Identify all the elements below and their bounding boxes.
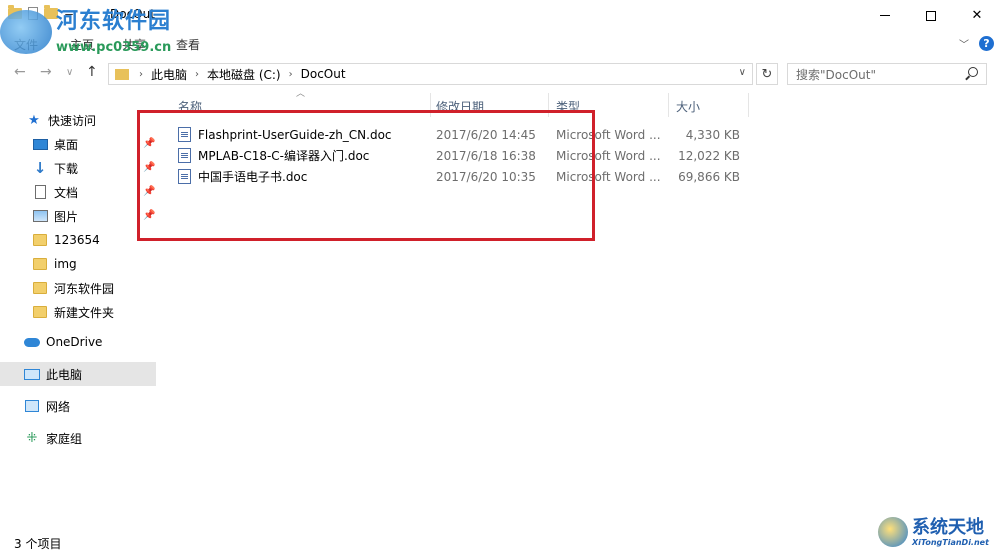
nav-label: 网络 — [46, 399, 71, 414]
close-button[interactable]: ✕ — [954, 0, 1000, 31]
expand-ribbon-icon[interactable]: ﹀ — [959, 36, 969, 51]
chevron-right-icon[interactable]: › — [139, 69, 143, 80]
pictures-icon — [32, 210, 48, 222]
refresh-icon: ↻ — [761, 66, 773, 82]
refresh-button[interactable]: ↻ — [756, 63, 778, 85]
chevron-right-icon[interactable]: › — [195, 69, 199, 80]
help-icon[interactable]: ? — [979, 36, 994, 51]
folder-icon-wrap — [32, 233, 48, 247]
navigation-pane: ★ 快速访问 桌面 📌 ↓ 下载 📌 文档 📌 图片 📌 123654 img … — [0, 100, 160, 530]
file-size: 12,022 KB — [678, 148, 740, 163]
nav-item-img[interactable]: img — [0, 252, 156, 276]
watermark-logo-icon — [0, 10, 52, 54]
computer-icon — [24, 368, 40, 380]
breadcrumb-this-pc[interactable]: 此电脑 — [151, 66, 187, 83]
file-size: 69,866 KB — [678, 169, 740, 184]
back-icon[interactable]: ← — [14, 64, 26, 80]
minimize-button[interactable] — [862, 0, 908, 31]
network-icon-wrap — [24, 399, 40, 413]
documents-icon-wrap — [32, 185, 48, 199]
tab-view[interactable]: 查看 — [176, 36, 200, 53]
nav-label: OneDrive — [46, 335, 103, 349]
nav-onedrive[interactable]: OneDrive — [0, 330, 156, 354]
nav-network[interactable]: 网络 — [0, 394, 156, 418]
nav-quick-access[interactable]: ★ 快速访问 — [0, 108, 156, 132]
nav-label: 快速访问 — [48, 113, 97, 128]
star-icon: ★ — [28, 112, 40, 128]
nav-label: 123654 — [54, 233, 100, 247]
watermark-br-url: XiTongTianDi.net — [912, 537, 989, 547]
nav-item-123654[interactable]: 123654 — [0, 228, 156, 252]
nav-label: 图片 — [54, 209, 79, 224]
nav-item-desktop[interactable]: 桌面 — [0, 132, 156, 156]
watermark-br-text: 系统天地 XiTongTianDi.net — [912, 516, 989, 547]
folder-icon-wrap — [32, 281, 48, 295]
nav-item-new-folder[interactable]: 新建文件夹 — [0, 300, 156, 324]
watermark-top: 河东软件园 www.pc0359.cn — [0, 10, 171, 55]
watermark-text: 河东软件园 www.pc0359.cn — [56, 9, 172, 56]
watermark-url: www.pc0359.cn — [56, 40, 172, 55]
network-icon — [25, 400, 39, 412]
computer-icon-wrap — [24, 367, 40, 381]
nav-label: 此电脑 — [46, 367, 83, 382]
folder-icon — [33, 258, 47, 270]
search-input[interactable]: 搜索"DocOut" — [787, 63, 987, 85]
column-divider[interactable] — [748, 93, 749, 117]
pictures-icon-wrap — [32, 209, 48, 223]
nav-item-documents[interactable]: 文档 — [0, 180, 156, 204]
nav-label: 下载 — [54, 161, 79, 176]
folder-icon-wrap — [32, 257, 48, 271]
up-icon[interactable]: ↑ — [86, 64, 98, 80]
nav-item-downloads[interactable]: ↓ 下载 — [0, 156, 156, 180]
nav-item-hedong[interactable]: 河东软件园 — [0, 276, 156, 300]
nav-label: 家庭组 — [46, 431, 83, 446]
folder-icon — [115, 68, 129, 80]
chevron-down-icon[interactable]: ∨ — [739, 67, 746, 78]
minimize-icon — [880, 15, 890, 16]
address-bar[interactable]: › 此电脑 › 本地磁盘 (C:) › DocOut ∨ — [108, 63, 753, 85]
folder-icon-wrap — [32, 305, 48, 319]
nav-label: 新建文件夹 — [54, 305, 115, 320]
column-divider[interactable] — [668, 93, 669, 117]
search-icon — [968, 67, 978, 77]
folder-icon — [33, 234, 47, 246]
file-size: 4,330 KB — [685, 127, 740, 142]
maximize-icon — [926, 10, 936, 21]
download-icon: ↓ — [33, 159, 47, 177]
watermark-bottom-right: 系统天地 XiTongTianDi.net — [878, 512, 998, 552]
recent-locations-icon[interactable]: ∨ — [66, 67, 73, 78]
nav-label: 桌面 — [54, 137, 79, 152]
documents-icon — [34, 185, 46, 199]
cloud-icon — [24, 337, 40, 347]
nav-this-pc[interactable]: 此电脑 — [0, 362, 156, 386]
nav-item-pictures[interactable]: 图片 — [0, 204, 156, 228]
folder-icon — [33, 306, 47, 318]
watermark-name: 河东软件园 — [56, 9, 172, 34]
maximize-button[interactable] — [908, 0, 954, 31]
forward-icon[interactable]: → — [40, 64, 52, 80]
homegroup-icon: ⁜ — [26, 430, 38, 446]
cloud-icon-wrap — [24, 335, 40, 349]
breadcrumb-local-disk[interactable]: 本地磁盘 (C:) — [207, 66, 281, 83]
highlight-box — [137, 110, 595, 241]
column-header-size[interactable]: 大小 — [676, 98, 700, 115]
nav-label: 河东软件园 — [54, 281, 115, 296]
status-item-count: 3 个项目 — [14, 537, 62, 551]
nav-label: img — [54, 257, 77, 271]
desktop-icon — [32, 138, 48, 150]
watermark-globe-icon — [878, 517, 908, 547]
nav-label: 文档 — [54, 185, 79, 200]
sort-ascending-icon: ︿ — [296, 89, 306, 99]
close-icon: ✕ — [971, 8, 983, 23]
chevron-right-icon[interactable]: › — [289, 69, 293, 80]
folder-icon — [33, 282, 47, 294]
watermark-br-name: 系统天地 — [912, 516, 984, 538]
search-placeholder: 搜索"DocOut" — [796, 67, 876, 82]
desktop-icon-wrap — [32, 137, 48, 151]
breadcrumb-docout[interactable]: DocOut — [301, 67, 346, 81]
nav-homegroup[interactable]: ⁜ 家庭组 — [0, 426, 156, 450]
address-row: ← → ∨ ↑ › 此电脑 › 本地磁盘 (C:) › DocOut ∨ ↻ 搜… — [0, 60, 1000, 88]
